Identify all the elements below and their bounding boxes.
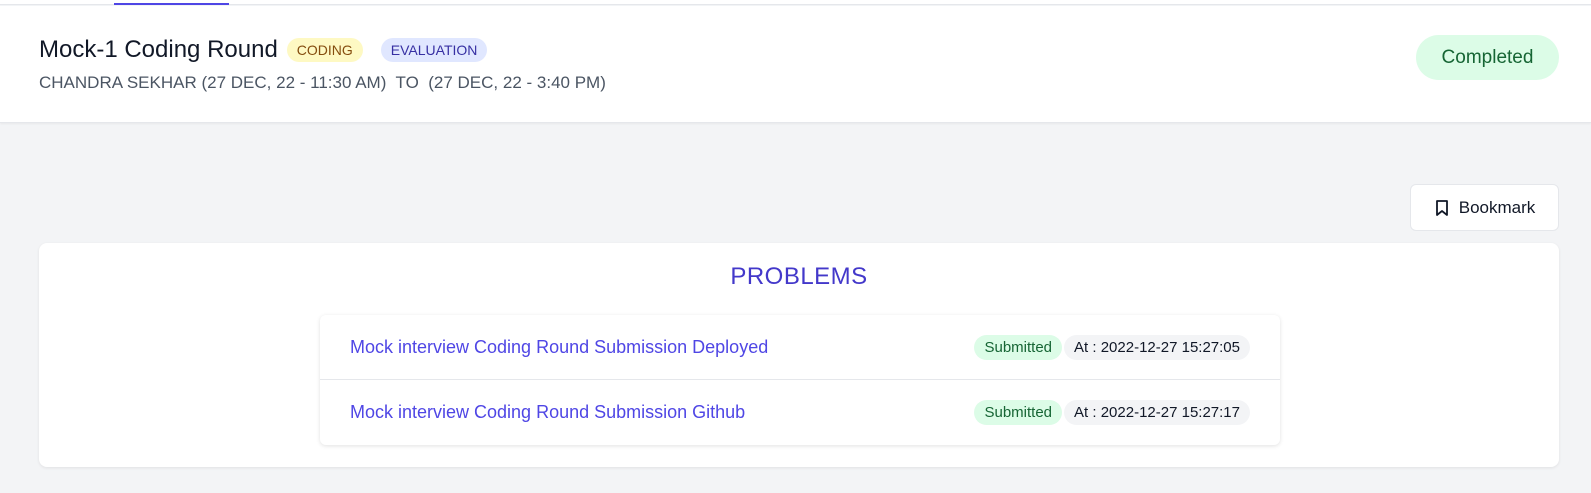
top-tab-bar: [0, 0, 1591, 5]
problem-link[interactable]: Mock interview Coding Round Submission G…: [350, 402, 974, 423]
list-item: Mock interview Coding Round Submission G…: [320, 380, 1280, 445]
submitted-at-badge: At : 2022-12-27 15:27:17: [1064, 400, 1250, 425]
bookmark-button[interactable]: Bookmark: [1410, 184, 1559, 231]
submitted-badge: Submitted: [974, 400, 1063, 425]
title-row: Mock-1 Coding Round CODING EVALUATION: [39, 36, 505, 64]
submitted-at-badge: At : 2022-12-27 15:27:05: [1064, 334, 1250, 360]
coding-badge: CODING: [286, 38, 363, 62]
problems-heading: PROBLEMS: [730, 263, 868, 290]
list-item: Mock interview Coding Round Submission D…: [320, 315, 1280, 380]
page-header: Mock-1 Coding Round CODING EVALUATION CH…: [0, 6, 1591, 123]
problems-card: PROBLEMS Mock interview Coding Round Sub…: [39, 243, 1559, 467]
bookmark-label: Bookmark: [1458, 197, 1536, 217]
schedule-subtitle: CHANDRA SEKHAR (27 DEC, 22 - 11:30 AM) T…: [39, 73, 606, 92]
page-title: Mock-1 Coding Round: [39, 36, 278, 63]
problem-link[interactable]: Mock interview Coding Round Submission D…: [350, 337, 974, 358]
evaluation-badge: EVALUATION: [380, 38, 488, 62]
status-badge: Completed: [1416, 35, 1559, 80]
active-tab-indicator: [114, 3, 229, 5]
bookmark-icon: [1435, 199, 1448, 216]
problems-list: Mock interview Coding Round Submission D…: [320, 315, 1280, 445]
submitted-badge: Submitted: [974, 334, 1063, 360]
